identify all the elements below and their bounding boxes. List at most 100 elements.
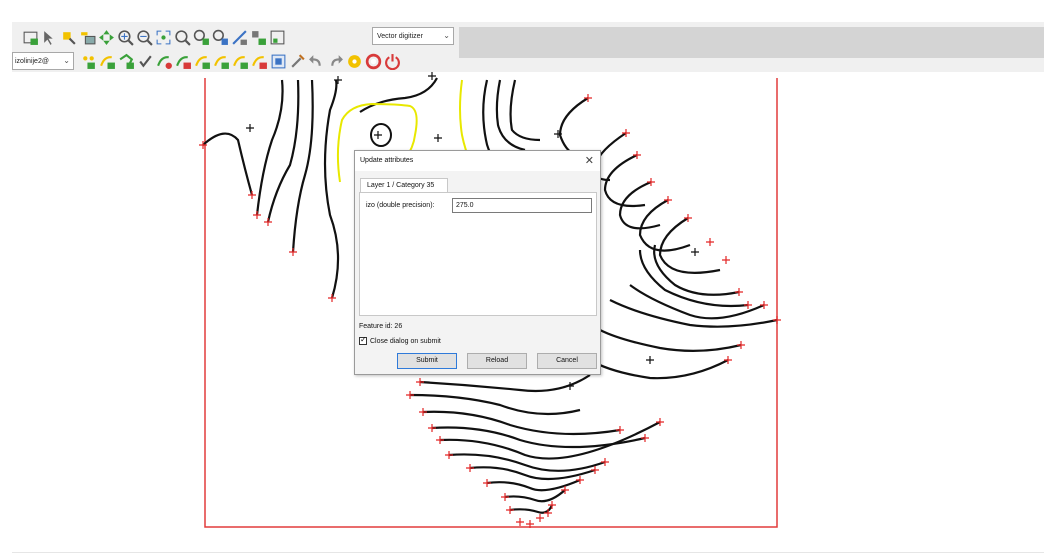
select-arrow-icon[interactable]	[41, 29, 58, 46]
zoom-in-icon[interactable]	[117, 29, 134, 46]
centroid-marker	[246, 124, 254, 132]
status-divider	[12, 552, 1044, 553]
layer-select[interactable]: izolinije2@ ⌄	[12, 52, 74, 70]
vertex-marker	[647, 178, 655, 186]
tools-icon[interactable]	[289, 53, 306, 70]
help-icon[interactable]	[365, 53, 382, 70]
dialog-titlebar[interactable]: Update attributes ✕	[355, 151, 600, 171]
new-point-icon[interactable]	[80, 53, 97, 70]
digitizer-toolbar	[80, 50, 403, 72]
update-attributes-dialog: Update attributes ✕ Layer 1 / Category 3…	[354, 150, 601, 375]
vertex-marker	[428, 424, 436, 432]
vertex-marker	[706, 238, 714, 246]
contour-line	[486, 478, 581, 492]
close-on-submit-checkbox[interactable]: ✓	[359, 335, 367, 345]
vertex-marker	[735, 288, 743, 296]
contour-line	[266, 79, 300, 223]
contour-line	[495, 79, 526, 152]
vertex-marker	[601, 458, 609, 466]
contour-line	[589, 359, 729, 380]
tab-layer-category[interactable]: Layer 1 / Category 35	[360, 178, 448, 192]
module-select[interactable]: Vector digitizer ⌄	[372, 27, 454, 45]
zoom-region-icon[interactable]	[174, 29, 191, 46]
contour-line	[638, 199, 691, 252]
contour-line	[558, 97, 589, 156]
contour-line	[422, 410, 621, 436]
pan-icon[interactable]	[98, 29, 115, 46]
contour-line	[469, 466, 596, 481]
new-line-icon[interactable]	[99, 53, 116, 70]
new-centroid-icon[interactable]	[137, 53, 154, 70]
redo-icon[interactable]	[327, 53, 344, 70]
settings-icon[interactable]	[346, 53, 363, 70]
quit-icon[interactable]	[384, 53, 401, 70]
cancel-button[interactable]: Cancel	[537, 353, 597, 369]
vertex-marker	[773, 316, 781, 324]
vertex-marker	[641, 434, 649, 442]
close-icon[interactable]: ✕	[585, 154, 594, 167]
query-icon[interactable]	[60, 29, 77, 46]
contour-line	[448, 453, 606, 472]
closed-contour	[370, 123, 392, 147]
module-select-value: Vector digitizer	[377, 32, 423, 40]
dialog-title: Update attributes	[360, 157, 414, 164]
layer-list-icon[interactable]	[79, 29, 96, 46]
display-icon[interactable]	[22, 29, 39, 46]
contour-line	[653, 244, 740, 296]
delete-feature-icon[interactable]	[251, 53, 268, 70]
zoom-extent-icon[interactable]	[155, 29, 172, 46]
vertex-marker	[536, 514, 544, 522]
measure-icon[interactable]	[231, 29, 248, 46]
vertex-marker	[591, 466, 599, 474]
centroid-marker	[428, 72, 436, 80]
contour-line	[419, 374, 591, 393]
edit-attributes-icon[interactable]	[270, 53, 287, 70]
zoom-out-icon[interactable]	[136, 29, 153, 46]
undo-icon[interactable]	[308, 53, 325, 70]
contour-line	[323, 79, 340, 299]
contour-line	[409, 393, 581, 416]
vertex-marker	[656, 418, 664, 426]
contour-line	[658, 217, 721, 274]
reload-button[interactable]: Reload	[467, 353, 527, 369]
attribute-table-icon[interactable]	[250, 29, 267, 46]
vertex-marker	[264, 218, 272, 226]
edit-line-icon[interactable]	[213, 53, 230, 70]
izo-value-input[interactable]: 275.0	[452, 198, 592, 213]
remove-vertex-icon[interactable]	[194, 53, 211, 70]
new-boundary-icon[interactable]	[118, 53, 135, 70]
vertex-marker	[445, 451, 453, 459]
contour-line	[431, 426, 646, 449]
vertex-marker	[289, 248, 297, 256]
zoom-layer-icon[interactable]	[193, 29, 210, 46]
vertex-marker	[466, 464, 474, 472]
legend-icon[interactable]	[269, 29, 286, 46]
feature-id-label: Feature id:	[359, 323, 393, 330]
vertex-marker	[724, 356, 732, 364]
vertex-marker	[483, 479, 491, 487]
vertex-marker	[622, 129, 630, 137]
submit-button[interactable]: Submit	[397, 353, 457, 369]
move-vertex-icon[interactable]	[156, 53, 173, 70]
vertex-marker	[419, 408, 427, 416]
move-feature-icon[interactable]	[232, 53, 249, 70]
zoom-back-icon[interactable]	[212, 29, 229, 46]
vertex-marker	[664, 196, 672, 204]
vertex-marker	[633, 151, 641, 159]
centroid-marker	[334, 76, 342, 84]
checkbox-label: Close dialog on submit	[370, 337, 441, 345]
vertex-marker	[561, 486, 569, 494]
toolbar-empty-area	[459, 27, 1044, 58]
attributes-panel: izo (double precision): 275.0	[359, 192, 597, 316]
contour-line	[202, 132, 254, 196]
map-display-window: Vector digitizer ⌄ izolinije2@ ⌄ Update …	[0, 0, 1044, 559]
contour-line	[504, 489, 566, 503]
checkmark-icon: ✓	[360, 335, 367, 344]
vertex-marker	[616, 426, 624, 434]
feature-id-text: Feature id: 26	[359, 323, 402, 330]
chevron-down-icon: ⌄	[443, 31, 450, 40]
centroid-marker	[646, 356, 654, 364]
add-vertex-icon[interactable]	[175, 53, 192, 70]
centroid-marker	[434, 134, 442, 142]
centroid-marker	[554, 130, 562, 138]
